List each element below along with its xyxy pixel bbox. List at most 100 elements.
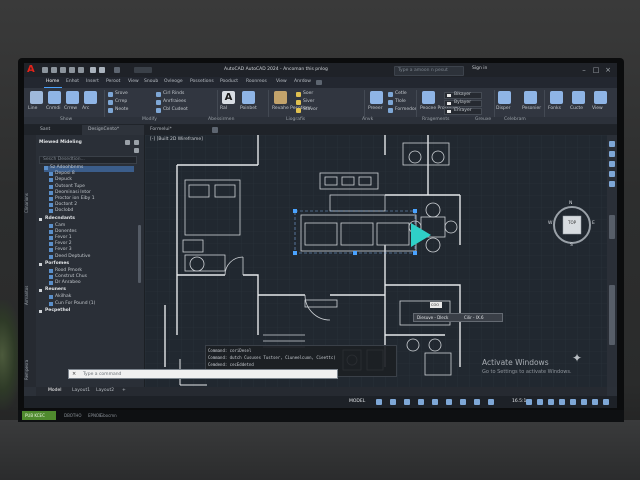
- save-icon[interactable]: [60, 67, 66, 73]
- tab-layout1[interactable]: Layout1: [72, 388, 90, 394]
- palette-scrollbar[interactable]: [138, 225, 141, 283]
- panel-label-properties[interactable]: Rragements: [422, 117, 449, 123]
- ribbon-options-icon[interactable]: [316, 80, 322, 85]
- block-tool-item[interactable]: Cetle: [388, 91, 416, 98]
- tab-layout2[interactable]: Layout2: [96, 388, 114, 394]
- ortho-icon[interactable]: [404, 399, 410, 405]
- compass-south[interactable]: S: [570, 243, 573, 249]
- isodraft-icon[interactable]: [432, 399, 438, 405]
- compass-north[interactable]: N: [569, 201, 572, 207]
- tab-pooduct[interactable]: Pooduct: [220, 79, 238, 85]
- polar-icon[interactable]: [418, 399, 424, 405]
- selection-cycling-icon[interactable]: [526, 399, 532, 405]
- layer-tool-item[interactable]: Stavor: [296, 107, 356, 114]
- palette-settings-icon[interactable]: [125, 140, 130, 145]
- side-label[interactable]: Rempesra: [24, 340, 35, 380]
- tab-enhot[interactable]: Enhot: [66, 79, 79, 85]
- viewport-controls-label[interactable]: [-] [Built 2D Wireframe]: [150, 137, 203, 143]
- annotation-tool-0-icon[interactable]: A: [222, 91, 235, 104]
- snap-icon[interactable]: [390, 399, 396, 405]
- modify-tool-item[interactable]: Neote: [108, 107, 152, 114]
- maximize-button[interactable]: □: [592, 66, 600, 74]
- customize-icon[interactable]: [603, 399, 609, 405]
- annotation-tool-1-icon[interactable]: [242, 91, 255, 104]
- workspace-dropdown[interactable]: [134, 67, 152, 73]
- panel-label-annotation[interactable]: Abessirmen: [208, 117, 234, 123]
- taskbar-green-button[interactable]: PUB KCEC: [22, 411, 56, 420]
- draw-tool-1-label[interactable]: Cnmdi: [46, 106, 60, 112]
- tab-possetions[interactable]: Possetions: [190, 79, 214, 85]
- pan-icon[interactable]: [609, 151, 615, 157]
- annotation-tool-1-label[interactable]: Poinbet: [240, 106, 257, 112]
- grid-icon[interactable]: [376, 399, 382, 405]
- lineweight-icon[interactable]: [474, 399, 480, 405]
- annotation-tool-0-label[interactable]: Ral: [220, 106, 227, 112]
- share-icon[interactable]: [114, 67, 120, 73]
- draw-tool-2-label[interactable]: Crrew: [64, 106, 77, 112]
- save-as-icon[interactable]: [69, 67, 75, 73]
- app-logo[interactable]: A: [27, 65, 39, 75]
- tree-item[interactable]: Deed Deptutive: [49, 254, 133, 261]
- layer-tool-item[interactable]: Soer: [296, 91, 356, 98]
- group-label[interactable]: Disper: [496, 106, 511, 112]
- draw-tool-3-label[interactable]: Arc: [82, 106, 89, 112]
- print-icon[interactable]: [78, 67, 84, 73]
- compass-west[interactable]: W: [548, 221, 552, 227]
- draw-tool-2-icon[interactable]: [66, 91, 79, 104]
- tree-category[interactable]: Rdecndants: [39, 216, 135, 223]
- panel-label-layers[interactable]: Liografis: [286, 117, 305, 123]
- doc-tab-designcenter[interactable]: DesignCento*: [82, 125, 144, 135]
- tree-category[interactable]: Reuners: [39, 288, 135, 294]
- clip-tool-2-label[interactable]: View: [592, 106, 603, 112]
- modify-tool-item[interactable]: Cbl Cudeot: [156, 107, 200, 114]
- redo-icon[interactable]: [99, 67, 105, 73]
- tab-ovleoge[interactable]: Ovleoge: [164, 79, 183, 85]
- nav-scrollbar[interactable]: [609, 215, 615, 239]
- taskbar-item[interactable]: Gbocmn: [100, 413, 117, 418]
- block-tool-item[interactable]: Formedor: [388, 107, 417, 114]
- osnap-icon[interactable]: [446, 399, 452, 405]
- draw-tool-3-icon[interactable]: [84, 91, 97, 104]
- tree-category[interactable]: Porfomes: [39, 261, 135, 268]
- panel-label-show[interactable]: Show: [60, 117, 72, 123]
- tab-anrdow[interactable]: Anrdow: [294, 79, 311, 85]
- help-search-input[interactable]: Type a amoon n pesut: [394, 66, 464, 76]
- layer-properties-icon[interactable]: [274, 91, 287, 104]
- insert-block-icon[interactable]: [370, 91, 383, 104]
- transparency-icon[interactable]: [488, 399, 494, 405]
- block-tool-item[interactable]: Tlole: [388, 99, 416, 106]
- tab-insert[interactable]: Insert: [86, 79, 99, 85]
- layer-tool-item[interactable]: Siver: [296, 99, 356, 106]
- zoom-icon[interactable]: [609, 161, 615, 167]
- tree-item[interactable]: Doclobd: [49, 209, 133, 215]
- annotation-scale[interactable]: 16.5:1: [512, 399, 526, 405]
- panel-label-utilities[interactable]: Celebram: [504, 117, 526, 123]
- clip-tool-1-label[interactable]: Cucte: [570, 106, 583, 112]
- new-file-icon[interactable]: [42, 67, 48, 73]
- compass-east[interactable]: E: [592, 221, 595, 227]
- sign-in-link[interactable]: Sign in: [472, 66, 487, 72]
- modify-tool-item[interactable]: Crrep: [108, 99, 152, 106]
- vertical-scrollbar[interactable]: [609, 285, 615, 345]
- new-tab-icon[interactable]: [212, 127, 218, 133]
- auto-scale-icon[interactable]: [548, 399, 554, 405]
- measure-label[interactable]: Pesonier: [522, 106, 541, 112]
- doc-tab-start[interactable]: Sant: [34, 125, 78, 135]
- clip-tool-1-icon[interactable]: [572, 91, 585, 104]
- insert-block-label[interactable]: Preeer: [368, 106, 383, 112]
- tree-category[interactable]: Pecpethol: [39, 308, 135, 315]
- tab-peroot[interactable]: Peroot: [106, 79, 120, 85]
- property-combo[interactable]: Enrayer: [444, 108, 482, 115]
- clip-tool-0-icon[interactable]: [550, 91, 563, 104]
- property-combo[interactable]: Bikayer: [444, 92, 482, 99]
- modify-tool-item[interactable]: Cirl Rinds: [156, 91, 200, 98]
- viewcube-face[interactable]: TOP: [568, 221, 576, 225]
- panel-label-modify[interactable]: Modify: [142, 117, 157, 123]
- model-space-toggle[interactable]: MODEL: [349, 399, 365, 405]
- draw-tool-1-icon[interactable]: [48, 91, 61, 104]
- close-button[interactable]: ×: [604, 66, 612, 74]
- tab-roonreos[interactable]: Roonreos: [246, 79, 267, 85]
- modify-tool-item[interactable]: Srove: [108, 91, 152, 98]
- tab-home[interactable]: Home: [46, 79, 59, 85]
- modify-tool-item[interactable]: Anrfraiees: [156, 99, 200, 106]
